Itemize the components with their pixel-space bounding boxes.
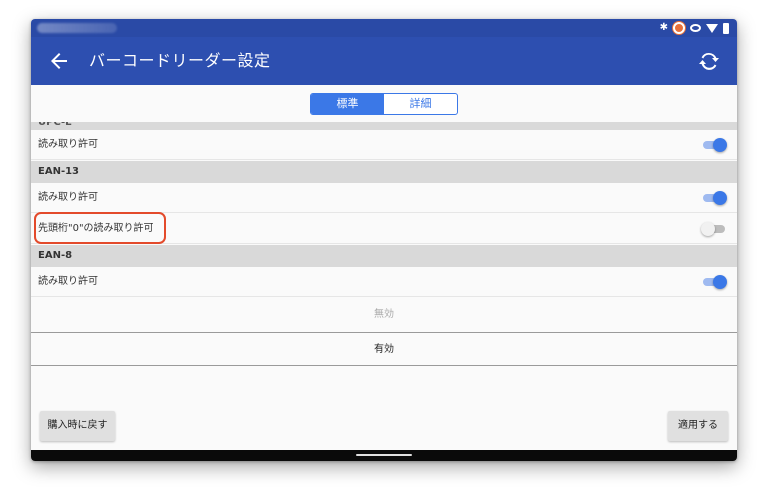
ean13-read-row[interactable]: 読み取り許可 <box>31 183 737 213</box>
arrow-back-icon[interactable] <box>47 49 71 73</box>
upce-read-row[interactable]: 読み取り許可 <box>31 130 737 160</box>
page-title: バーコードリーダー設定 <box>89 51 271 70</box>
highlight-annotation <box>34 212 166 244</box>
tab-detail[interactable]: 詳細 <box>384 94 457 114</box>
section-header-ean8: EAN-8 <box>31 245 737 267</box>
reset-button[interactable]: 購入時に戻す <box>40 411 115 441</box>
ean8-read-row[interactable]: 読み取り許可 <box>31 267 737 297</box>
tab-standard[interactable]: 標準 <box>311 94 384 114</box>
section-header-ean13: EAN-13 <box>31 161 737 183</box>
option-disabled[interactable]: 無効 <box>31 298 737 332</box>
battery-icon <box>723 22 729 34</box>
bluetooth-icon: ✱ <box>659 22 668 33</box>
tablet-screen: ✱ バーコードリーダー設定 標準 詳細 UPC-E 読み取り許可 EAN-13 … <box>31 19 737 461</box>
ean8-read-toggle[interactable] <box>701 275 727 289</box>
section-header-upce: UPC-E <box>31 122 737 130</box>
wifi-icon <box>706 23 718 33</box>
row-label: 読み取り許可 <box>38 192 98 203</box>
status-notifications <box>37 23 117 33</box>
status-bar: ✱ <box>31 19 737 37</box>
row-label: 読み取り許可 <box>38 276 98 287</box>
ean13-leading-zero-toggle[interactable] <box>701 222 727 236</box>
upce-read-toggle[interactable] <box>701 138 727 152</box>
row-label: 読み取り許可 <box>38 139 98 150</box>
option-enabled[interactable]: 有効 <box>31 332 737 366</box>
ean13-read-toggle[interactable] <box>701 191 727 205</box>
home-handle[interactable] <box>356 454 412 456</box>
refresh-icon[interactable] <box>697 49 721 73</box>
navigation-bar <box>31 450 737 461</box>
mode-segmented-control: 標準 詳細 <box>310 93 458 115</box>
data-saver-icon <box>690 24 701 32</box>
record-icon <box>673 22 685 34</box>
apply-button[interactable]: 適用する <box>668 411 728 441</box>
app-bar: バーコードリーダー設定 <box>31 37 737 85</box>
